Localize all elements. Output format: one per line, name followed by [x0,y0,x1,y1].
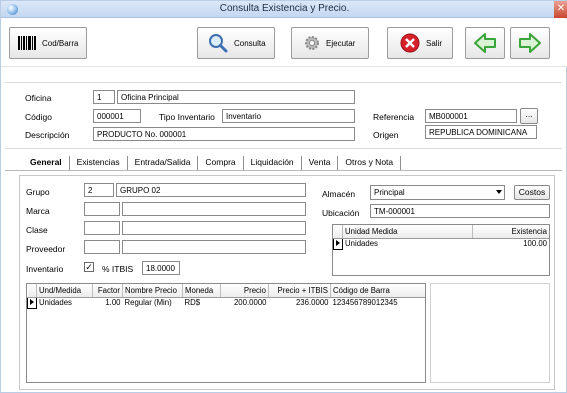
salir-button-label: Salir [426,38,443,48]
itbis-field[interactable]: 18.0000 [142,261,180,275]
header-separator [5,82,562,83]
almacen-dropdown[interactable]: Principal [370,185,505,200]
stock-unidad-cell[interactable]: Unidades [343,238,473,249]
costos-button[interactable]: Costos [514,185,550,200]
tab-compra[interactable]: Compra [198,156,244,170]
tipo-inventario-field[interactable]: Inventario [222,109,355,123]
grupo-label: Grupo [26,187,50,197]
row-header-corner [27,284,37,298]
price-factor-cell[interactable]: 1.00 [93,297,123,308]
column-header-existencia[interactable]: Existencia [472,225,549,239]
tab-entrada-salida[interactable]: Entrada/Salida [128,156,199,170]
descripcion-field[interactable]: PRODUCTO No. 000001 [93,127,355,141]
origen-label: Origen [373,130,399,140]
column-header-factor[interactable]: Factor [92,284,123,298]
price-moneda-cell[interactable]: RD$ [183,297,221,308]
clase-name-field[interactable] [122,221,306,235]
general-tab-panel: Grupo 2 GRUPO 02 Marca Clase Proveedor I… [19,175,555,390]
price-nombre-cell[interactable]: Regular (Min) [123,297,183,308]
tab-venta[interactable]: Venta [302,156,339,170]
grupo-name-field[interactable]: GRUPO 02 [116,183,306,197]
tab-existencias[interactable]: Existencias [70,156,128,170]
barcode-icon [18,36,36,50]
column-header-unidad[interactable]: Unidad Medida [342,225,473,239]
table-row[interactable]: Unidades 100.00 [333,237,550,250]
proveedor-name-field[interactable] [122,240,306,254]
oficina-label: Oficina [25,93,52,103]
ejecutar-button-label: Ejecutar [326,38,356,48]
tab-general[interactable]: General [23,156,70,170]
marca-label: Marca [26,206,50,216]
column-header-nombre-precio[interactable]: Nombre Precio [122,284,183,298]
grupo-code-field[interactable]: 2 [84,183,114,197]
ubicacion-label: Ubicación [322,208,360,218]
ubicacion-field[interactable]: TM-000001 [370,204,550,218]
title-bar: Consulta Existencia y Precio. ✕ [1,1,567,18]
tabs-separator [5,148,562,149]
tab-liquidacion[interactable]: Liquidación [244,156,302,170]
oficina-name-field[interactable]: Oficina Principal [117,90,355,104]
price-codigo-barra-cell[interactable]: 123456789012345 [331,297,426,308]
row-pointer-icon [336,240,340,246]
price-und-cell[interactable]: Unidades [37,297,93,308]
price-precio-cell[interactable]: 200.0000 [221,297,269,308]
table-row[interactable]: Unidades 1.00 Regular (Min) RD$ 200.0000… [27,296,426,309]
descripcion-label: Descripción [25,130,70,140]
column-header-precio[interactable]: Precio [220,284,269,298]
marca-name-field[interactable] [122,202,306,216]
row-indicator [27,296,37,309]
referencia-lookup-button[interactable]: ... [520,108,538,124]
barcode-button-label: Cod/Barra [42,38,79,48]
consulta-button[interactable]: Consulta [197,27,275,59]
referencia-label: Referencia [373,112,415,122]
price-grid: Und/Medida Factor Nombre Precio Moneda P… [26,283,426,383]
price-precio-itbis-cell[interactable]: 236.0000 [269,297,331,308]
proveedor-label: Proveedor [26,244,66,254]
oficina-code-field[interactable]: 1 [93,90,115,104]
referencia-field[interactable]: MB000001 [425,109,517,123]
column-header-moneda[interactable]: Moneda [182,284,221,298]
tab-otros-nota[interactable]: Otros y Nota [338,156,402,170]
clase-label: Clase [26,225,48,235]
gear-icon [305,36,319,50]
row-pointer-icon [30,299,34,305]
stock-existencia-cell[interactable]: 100.00 [473,238,550,249]
window-title: Consulta Existencia y Precio. [219,3,350,14]
inventario-label: Inventario [26,264,64,274]
magnifier-icon [209,34,228,53]
tab-strip: General Existencias Entrada/Salida Compr… [23,156,402,170]
column-header-und-medida[interactable]: Und/Medida [36,284,93,298]
close-circle-icon [400,33,420,53]
chevron-down-icon [496,190,502,194]
tab-underline [5,170,562,171]
codigo-field[interactable]: 000001 [93,109,141,123]
itbis-label: % ITBIS [102,264,134,274]
row-indicator [333,237,343,250]
codigo-label: Código [25,112,52,122]
almacen-label: Almacén [322,189,356,199]
image-preview-area [430,283,550,383]
proveedor-code-field[interactable] [84,240,120,254]
previous-button[interactable] [465,27,505,59]
row-header-corner [333,225,343,239]
column-header-codigo-barra[interactable]: Código de Barra [330,284,425,298]
origen-field[interactable]: REPUBLICA DOMINICANA [425,125,537,139]
arrow-left-icon [474,33,496,53]
arrow-right-icon [519,33,541,53]
salir-button[interactable]: Salir [387,27,453,59]
consulta-button-label: Consulta [234,38,266,48]
column-header-precio-itbis[interactable]: Precio + ITBIS [268,284,331,298]
clase-code-field[interactable] [84,221,120,235]
barcode-button[interactable]: Cod/Barra [9,27,87,59]
inventario-checkbox[interactable]: ✓ [84,262,94,272]
stock-grid: Unidad Medida Existencia Unidades 100.00 [332,224,550,276]
marca-code-field[interactable] [84,202,120,216]
toolbar: Cod/Barra Consulta Ejecutar Salir [1,19,567,67]
window-close-button[interactable]: ✕ [554,1,567,18]
main-window: Consulta Existencia y Precio. ✕ Cod/Barr… [0,0,567,393]
tipo-inventario-label: Tipo Inventario [159,112,215,122]
almacen-selected-value: Principal [374,188,405,197]
next-button[interactable] [510,27,550,59]
ejecutar-button[interactable]: Ejecutar [291,27,369,59]
